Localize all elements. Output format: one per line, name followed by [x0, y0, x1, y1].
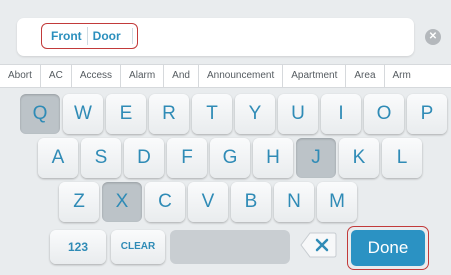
- key-y[interactable]: Y: [235, 94, 275, 134]
- key-r[interactable]: R: [149, 94, 189, 134]
- backspace-button[interactable]: [300, 231, 338, 259]
- suggestion-item[interactable]: Alarm: [121, 65, 165, 87]
- token-front[interactable]: Front: [46, 27, 88, 45]
- key-t[interactable]: T: [192, 94, 232, 134]
- key-b[interactable]: B: [231, 182, 271, 222]
- key-k[interactable]: K: [339, 138, 379, 178]
- key-h[interactable]: H: [253, 138, 293, 178]
- key-q[interactable]: Q: [20, 94, 60, 134]
- suggestion-item[interactable]: Abort: [0, 65, 41, 87]
- numbers-key[interactable]: 123: [50, 230, 106, 264]
- key-c[interactable]: C: [145, 182, 185, 222]
- suggestion-item[interactable]: AC: [41, 65, 72, 87]
- text-caret: [131, 28, 133, 44]
- key-d[interactable]: D: [124, 138, 164, 178]
- key-n[interactable]: N: [274, 182, 314, 222]
- suggestion-item[interactable]: Access: [72, 65, 122, 87]
- key-j[interactable]: J: [296, 138, 336, 178]
- suggestion-item[interactable]: And: [164, 65, 199, 87]
- suggestion-item[interactable]: Announcement: [199, 65, 284, 87]
- key-w[interactable]: W: [63, 94, 103, 134]
- key-u[interactable]: U: [278, 94, 318, 134]
- suggestion-bar: Abort AC Access Alarm And Announcement A…: [0, 64, 451, 88]
- key-l[interactable]: L: [382, 138, 422, 178]
- space-key[interactable]: [170, 230, 290, 264]
- key-o[interactable]: O: [364, 94, 404, 134]
- key-e[interactable]: E: [106, 94, 146, 134]
- token-group: Front Door: [41, 23, 138, 49]
- suggestion-item[interactable]: Area: [346, 65, 385, 87]
- key-f[interactable]: F: [167, 138, 207, 178]
- key-m[interactable]: M: [317, 182, 357, 222]
- search-input[interactable]: Front Door: [17, 18, 414, 56]
- key-z[interactable]: Z: [59, 182, 99, 222]
- backspace-icon: [300, 232, 337, 258]
- suggestion-item[interactable]: Apartment: [283, 65, 347, 87]
- suggestion-item[interactable]: Arm: [385, 65, 419, 87]
- token-door[interactable]: Door: [88, 27, 126, 45]
- key-i[interactable]: I: [321, 94, 361, 134]
- clear-button[interactable]: CLEAR: [111, 230, 165, 264]
- key-v[interactable]: V: [188, 182, 228, 222]
- key-s[interactable]: S: [81, 138, 121, 178]
- close-icon: ✕: [428, 31, 438, 42]
- key-p[interactable]: P: [407, 94, 447, 134]
- done-button[interactable]: Done: [351, 230, 425, 266]
- key-x[interactable]: X: [102, 182, 142, 222]
- key-g[interactable]: G: [210, 138, 250, 178]
- clear-input-button[interactable]: ✕: [425, 29, 441, 45]
- key-a[interactable]: A: [38, 138, 78, 178]
